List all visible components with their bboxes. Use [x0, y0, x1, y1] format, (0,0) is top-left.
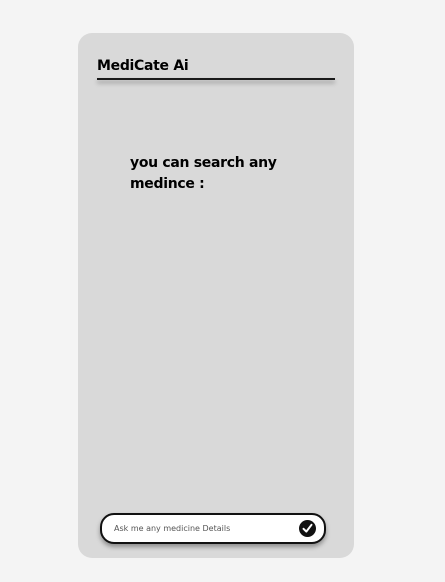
chat-card: MediCate Ai you can search any medince :: [78, 33, 354, 558]
app-title: MediCate Ai: [97, 58, 189, 74]
header: MediCate Ai: [97, 57, 335, 80]
search-input[interactable]: [114, 520, 299, 537]
submit-button[interactable]: [299, 520, 316, 537]
check-circle-icon: [302, 523, 313, 533]
search-bar: [100, 513, 326, 544]
header-divider: [97, 78, 335, 80]
prompt-text: you can search any medince :: [130, 155, 277, 192]
